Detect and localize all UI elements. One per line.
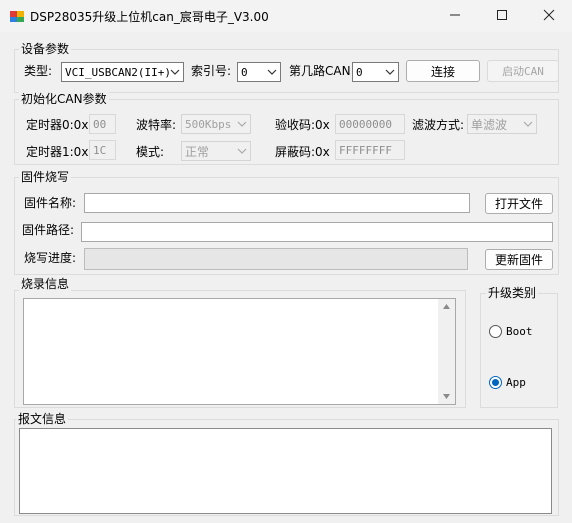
maximize-icon [497, 10, 507, 20]
window-title: DSP28035升级上位机can_宸哥电子_V3.00 [30, 10, 269, 24]
index-select[interactable]: 0 [237, 62, 281, 82]
title-bar: DSP28035升级上位机can_宸哥电子_V3.00 [0, 0, 572, 32]
message-textarea[interactable] [19, 428, 552, 514]
radio-app-label: App [506, 376, 526, 389]
type-label: 类型: [24, 64, 53, 78]
firmware-legend: 固件烧写 [19, 170, 72, 184]
channel-select[interactable]: 0 [352, 62, 399, 82]
chevron-down-icon [523, 121, 533, 127]
radio-boot[interactable]: Boot [489, 324, 549, 340]
acc-code-label: 验收码:0x [275, 118, 330, 132]
mask-field[interactable]: FFFFFFFF [335, 140, 405, 160]
scrollbar[interactable] [438, 299, 455, 404]
radio-app-circle[interactable] [489, 376, 502, 389]
init-can-legend: 初始化CAN参数 [19, 92, 109, 106]
timer1-label: 定时器1:0x [26, 145, 89, 159]
baud-select[interactable]: 500Kbps [181, 114, 251, 134]
index-label: 索引号: [191, 64, 232, 78]
message-content [20, 429, 551, 433]
open-file-button[interactable]: 打开文件 [485, 193, 553, 214]
message-legend: 报文信息 [16, 412, 69, 426]
maximize-button[interactable] [479, 0, 525, 30]
burn-log-content [24, 299, 455, 303]
start-can-button[interactable]: 启动CAN [487, 60, 559, 82]
index-value: 0 [241, 65, 248, 79]
mode-label: 模式: [136, 145, 165, 159]
type-select[interactable]: VCI_USBCAN2(II+) [61, 62, 184, 82]
filter-value: 单滤波 [471, 117, 508, 132]
update-firmware-button[interactable]: 更新固件 [485, 249, 553, 270]
chevron-down-icon [170, 69, 180, 75]
scroll-down-icon[interactable] [442, 393, 451, 400]
burn-log-legend: 烧录信息 [19, 277, 72, 291]
radio-boot-circle[interactable] [489, 325, 502, 338]
baud-label: 波特率: [136, 118, 177, 132]
app-icon [10, 11, 24, 22]
channel-label: 第几路CAN: [289, 64, 355, 78]
mask-label: 屏蔽码:0x [275, 145, 330, 159]
radio-app[interactable]: App [489, 375, 549, 391]
firmware-path-field[interactable] [81, 222, 553, 242]
filter-label: 滤波方式: [412, 118, 465, 132]
scroll-up-icon[interactable] [442, 303, 451, 310]
timer0-field[interactable]: 00 [89, 114, 116, 134]
burn-progress-bar [84, 248, 468, 270]
acc-code-field[interactable]: 00000000 [335, 114, 405, 134]
mode-value: 正常 [185, 144, 210, 159]
baud-value: 500Kbps [185, 117, 232, 131]
connect-button[interactable]: 连接 [406, 60, 480, 82]
minimize-button[interactable] [432, 0, 478, 30]
firmware-path-label: 固件路径: [22, 223, 75, 237]
close-button[interactable] [526, 0, 572, 30]
radio-boot-label: Boot [506, 325, 533, 338]
close-icon [543, 9, 555, 21]
progress-label: 烧写进度: [24, 251, 77, 265]
device-params-legend: 设备参数 [19, 42, 72, 56]
burn-log-textarea[interactable] [23, 298, 456, 405]
chevron-down-icon [237, 121, 247, 127]
chevron-down-icon [385, 69, 395, 75]
type-value: VCI_USBCAN2(II+) [65, 65, 171, 79]
chevron-down-icon [267, 69, 277, 75]
firmware-name-label: 固件名称: [24, 196, 77, 210]
timer0-label: 定时器0:0x [26, 118, 89, 132]
channel-value: 0 [356, 65, 363, 79]
mode-select[interactable]: 正常 [181, 141, 251, 161]
chevron-down-icon [237, 148, 247, 154]
filter-select[interactable]: 单滤波 [467, 114, 537, 134]
timer1-field[interactable]: 1C [89, 140, 116, 160]
upgrade-type-legend: 升级类别 [486, 286, 539, 300]
radio-app-dot [492, 379, 499, 386]
firmware-name-field[interactable] [84, 193, 470, 213]
minimize-icon [450, 14, 460, 16]
